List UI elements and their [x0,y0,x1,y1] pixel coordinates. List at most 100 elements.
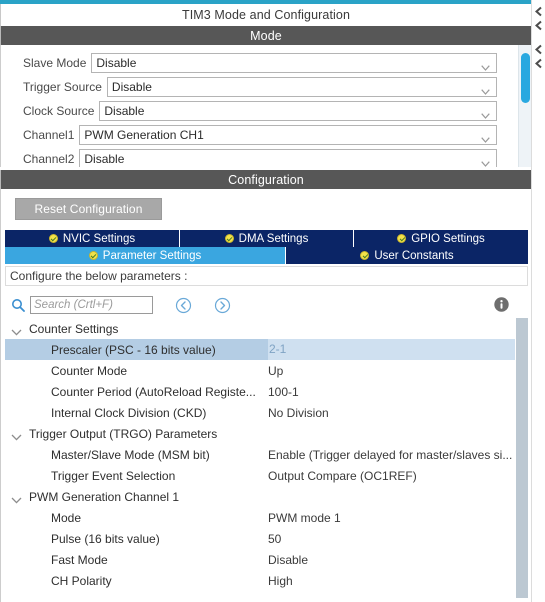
mode-field-row: Clock Source Disable [1,99,515,123]
parameter-name: Internal Clock Division (CKD) [51,405,207,420]
table-row[interactable]: Fast Mode Disable [5,549,515,570]
tim3-configuration-window: TIM3 Mode and Configuration Mode Slave M… [0,0,545,602]
mode-field-value: Disable [104,104,145,118]
reset-configuration-button[interactable]: Reset Configuration [15,198,162,220]
mode-field-label: Channel1 [23,128,75,142]
tree-group-label: PWM Generation Channel 1 [29,489,180,504]
chevron-down-icon [481,108,490,119]
parameter-name: Prescaler (PSC - 16 bits value) [51,342,216,357]
chevron-down-icon [481,84,490,95]
mode-field-row: Channel1 PWM Generation CH1 [1,123,515,147]
mode-field-select[interactable]: Disable [91,53,497,73]
mode-field-label: Clock Source [23,104,95,118]
mode-field-select[interactable]: PWM Generation CH1 [79,125,497,145]
parameter-name: Mode [51,510,82,525]
mode-section-header: Mode [0,26,531,45]
tab-label: NVIC Settings [62,232,136,245]
parameter-name: Counter Period (AutoReload Registe... [51,384,256,399]
parameter-name: Trigger Event Selection [51,468,176,483]
chevron-down-icon[interactable] [11,325,22,336]
scroll-prev-arrow-icon[interactable] [533,42,544,55]
parameter-tree-scrollbar[interactable] [516,318,528,598]
chevron-down-icon [481,60,490,71]
mode-panel-scrollbar-thumb[interactable] [521,53,530,103]
table-row[interactable]: Trigger Event Selection Output Compare (O… [5,465,515,486]
parameter-name: Pulse (16 bits value) [51,531,160,546]
scroll-left-arrow-icon[interactable] [533,18,544,31]
check-badge-icon [88,251,98,260]
table-row[interactable]: CH Polarity High [5,570,515,591]
configuration-panel: Reset Configuration NVIC Settings DMA Set… [0,189,531,602]
mode-field-select[interactable]: Disable [106,77,497,97]
mode-field-value: Disable [111,80,152,94]
check-badge-icon [360,251,370,260]
parameter-value[interactable]: PWM mode 1 [268,511,515,525]
table-row[interactable]: Master/Slave Mode (MSM bit) Enable (Trigg… [5,444,515,465]
table-row[interactable]: Mode PWM mode 1 [5,507,515,528]
mode-field-list: Slave Mode Disable Trigger Source Disable Cl… [1,45,515,167]
scroll-next-arrow-icon[interactable] [533,56,544,69]
search-input[interactable] [30,296,153,314]
parameter-name: Counter Mode [51,363,128,378]
info-icon[interactable] [493,296,510,313]
tab-gpio-settings[interactable]: GPIO Settings [354,230,528,247]
mode-panel-scrollbar[interactable] [518,45,531,167]
table-row[interactable]: Counter Mode Up [5,360,515,381]
check-badge-icon [397,234,407,243]
mode-field-row: Channel2 Disable [1,147,515,167]
parameter-value[interactable]: Enable (Trigger delayed for master/slave… [268,448,515,462]
mode-field-row: Trigger Source Disable [1,75,515,99]
parameter-value[interactable]: 2-1 [268,339,515,360]
tab-strip-secondary: Parameter Settings User Constants [5,247,528,264]
tree-group-label: Trigger Output (TRGO) Parameters [29,426,218,441]
table-row[interactable]: Counter Period (AutoReload Registe... 100… [5,381,515,402]
parameter-value[interactable]: Disable [268,553,515,567]
tree-group-label: Counter Settings [29,321,119,336]
search-prev-button[interactable] [175,297,192,314]
table-row[interactable]: Internal Clock Division (CKD) No Division [5,402,515,423]
mode-field-value: PWM Generation CH1 [84,128,204,142]
chevron-down-icon[interactable] [11,430,22,441]
check-badge-icon [224,234,234,243]
table-row[interactable]: Pulse (16 bits value) 50 [5,528,515,549]
parameter-value[interactable]: 100-1 [268,385,515,399]
tab-label: GPIO Settings [411,232,485,245]
configure-hint-field: Configure the below parameters : [5,266,528,286]
mode-field-row: Slave Mode Disable [1,51,515,75]
tab-dma-settings[interactable]: DMA Settings [180,230,354,247]
mode-field-value: Disable [96,56,137,70]
mode-field-label: Slave Mode [23,56,87,70]
search-icon [11,298,25,312]
mode-field-value: Disable [84,152,125,166]
parameter-value[interactable]: Output Compare (OC1REF) [268,469,515,483]
parameter-value[interactable]: No Division [268,406,515,420]
tab-label: DMA Settings [238,232,309,245]
tab-strip-primary: NVIC Settings DMA Settings GPIO Settings [5,230,528,247]
tree-group-header[interactable]: Counter Settings [5,318,515,339]
parameter-name: Fast Mode [51,552,108,567]
tree-group-header[interactable]: PWM Generation Channel 1 [5,486,515,507]
tab-parameter-settings[interactable]: Parameter Settings [5,247,286,264]
mode-field-select[interactable]: Disable [99,101,497,121]
parameter-name: Master/Slave Mode (MSM bit) [51,447,210,462]
search-next-button[interactable] [214,297,231,314]
parameter-value[interactable]: High [268,574,515,588]
table-row[interactable]: Prescaler (PSC - 16 bits value) 2-1 [5,339,515,360]
tab-user-constants[interactable]: User Constants [286,247,528,264]
tab-label: User Constants [374,249,454,262]
tab-nvic-settings[interactable]: NVIC Settings [5,230,180,247]
chevron-down-icon[interactable] [11,493,22,504]
mode-field-label: Trigger Source [23,80,102,94]
chevron-down-icon [481,132,490,143]
parameter-tree: Counter Settings Prescaler (PSC - 16 bits… [5,318,515,591]
mode-field-select[interactable]: Disable [79,149,497,167]
parameter-value[interactable]: Up [268,364,515,378]
tab-label: Parameter Settings [102,249,202,262]
outer-scrollbar[interactable] [531,0,545,602]
configuration-section-header: Configuration [0,170,531,189]
parameter-value[interactable]: 50 [268,532,515,546]
chevron-down-icon [481,156,490,167]
tree-group-header[interactable]: Trigger Output (TRGO) Parameters [5,423,515,444]
scroll-up-arrow-icon[interactable] [533,4,544,17]
mode-panel: Slave Mode Disable Trigger Source Disable Cl… [0,45,531,167]
